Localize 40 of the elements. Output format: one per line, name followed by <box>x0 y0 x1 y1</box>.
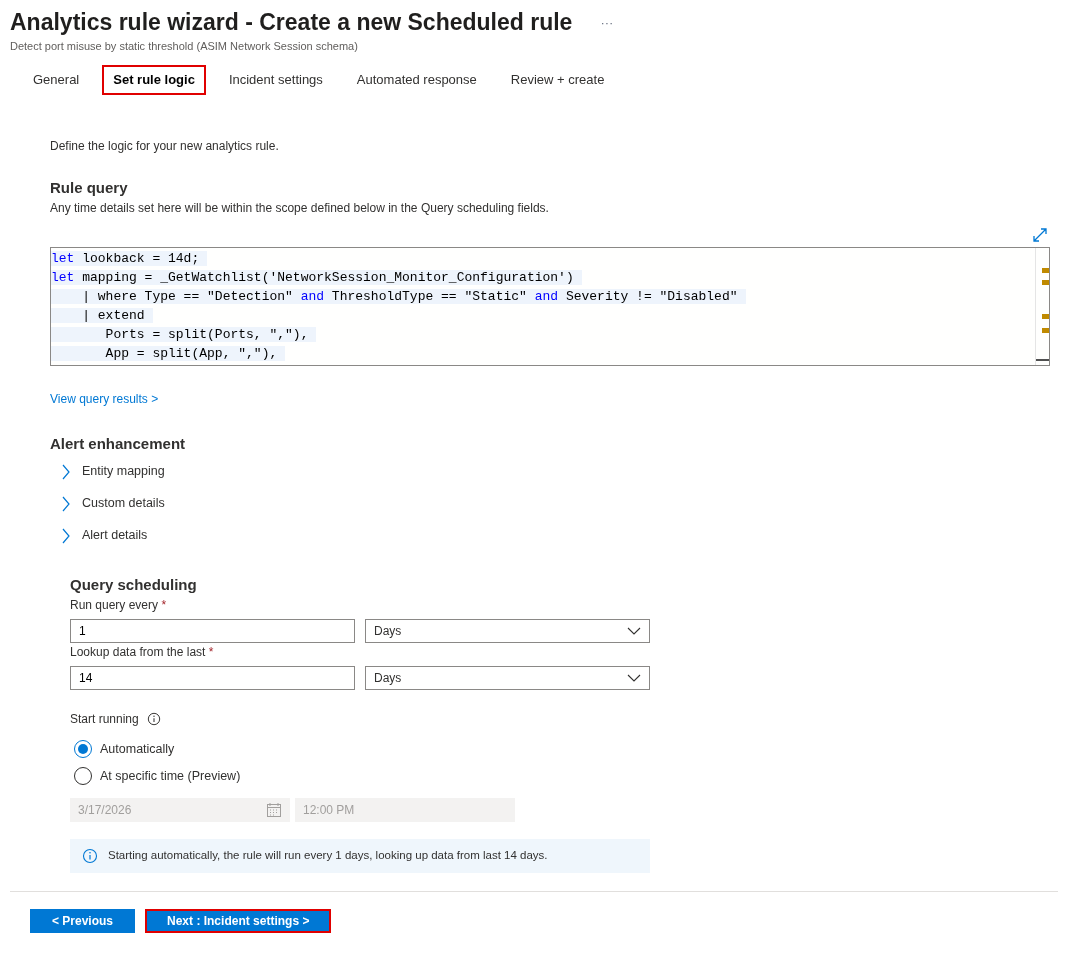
chevron-down-icon <box>627 673 641 683</box>
field-label: Lookup data from the last * <box>70 644 215 661</box>
info-icon <box>146 712 161 726</box>
page-title: Analytics rule wizard - Create a new Scheduled rule <box>10 8 573 37</box>
chevron-icon <box>60 527 72 544</box>
tab[interactable]: Automated response <box>345 65 488 95</box>
intro-text: Define the logic for your new analytics rule. <box>50 137 280 155</box>
code-editor[interactable] <box>50 247 1050 366</box>
tab[interactable]: Incident settings <box>217 65 334 95</box>
tab[interactable]: General <box>22 65 91 95</box>
unit-dropdown[interactable]: Days <box>365 666 650 690</box>
info-message: Starting automatically, the rule will run every 1 days, looking up data from last 14 days. <box>108 847 548 863</box>
chevron-icon <box>60 495 72 512</box>
radio-label: At specific time (Preview) <box>100 767 241 785</box>
number-field[interactable]: 14 <box>70 666 355 690</box>
chevron-icon <box>60 463 72 480</box>
field-label: Run query every * <box>70 597 168 614</box>
chevron-down-icon <box>627 626 641 636</box>
section-description: Any time details set here will be within the scope defined below in the Query scheduling fields. <box>50 200 550 217</box>
nav-button[interactable]: < Previous <box>30 908 136 933</box>
tab[interactable]: Review + create <box>499 65 616 95</box>
collapsible-item[interactable]: Entity mapping <box>60 455 1050 488</box>
section-heading: Rule query <box>50 177 129 198</box>
page-subtitle: Detect port misuse by static threshold (ASIM Network Session schema) <box>10 38 359 54</box>
expand-icon[interactable] <box>1032 227 1048 243</box>
nav-button[interactable]: Next : Incident settings > <box>145 908 332 933</box>
field-label: Start running <box>70 711 139 728</box>
info-icon <box>82 847 98 864</box>
unit-dropdown[interactable]: Days <box>365 619 650 643</box>
scrollbar[interactable] <box>1035 248 1049 365</box>
calendar-icon <box>266 801 282 818</box>
collapsible-item[interactable]: Custom details <box>60 487 1050 520</box>
tab[interactable]: Set rule logic <box>102 65 206 95</box>
section-heading: Query scheduling <box>70 574 198 595</box>
section-heading: Alert enhancement <box>50 434 187 454</box>
number-field[interactable]: 1 <box>70 619 355 643</box>
collapsible-item[interactable]: Alert details <box>60 519 1050 552</box>
more-button[interactable]: ··· <box>600 12 614 32</box>
radio-label: Automatically <box>100 741 175 758</box>
view-results-link[interactable]: View query results > <box>50 392 159 406</box>
